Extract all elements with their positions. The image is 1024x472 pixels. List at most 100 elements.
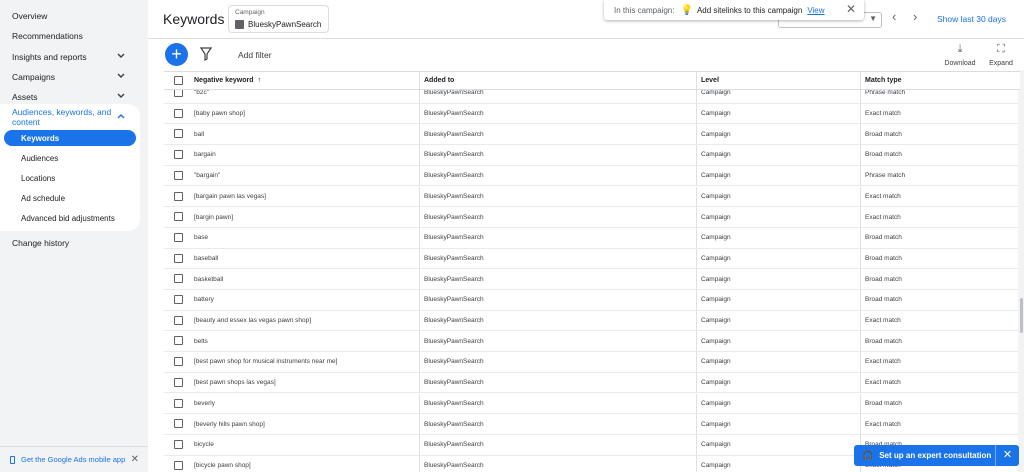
add-button[interactable]: + [165, 43, 188, 66]
column-header-negative-keyword[interactable]: Negative keyword ↑ [194, 72, 261, 89]
column-header-level[interactable]: Level [701, 72, 719, 89]
negative-keywords-table: Negative keyword ↑ Added to Level Match … [164, 71, 1020, 472]
table-row[interactable]: belts BlueskyPawnSearch Campaign Broad matc… [164, 331, 1020, 353]
cell-added-to: BlueskyPawnSearch [424, 234, 484, 242]
sidebar-subitem-locations[interactable]: Locations [4, 170, 136, 186]
table-row[interactable]: basketball BlueskyPawnSearch Campaign Broad… [164, 269, 1020, 290]
chevron-up-icon[interactable] [116, 108, 126, 126]
table-row[interactable]: [beverly hills pawn shop] BlueskyPawnSear… [164, 414, 1020, 435]
cell-level: Campaign [701, 420, 731, 428]
table-row[interactable]: [best pawn shops las vegas] BlueskyPawnSe… [164, 372, 1020, 394]
table-row[interactable]: beverly BlueskyPawnSearch Campaign Broad ma… [164, 393, 1020, 415]
row-checkbox[interactable] [174, 377, 183, 387]
mobile-app-label: Get the Google Ads mobile app [21, 455, 126, 464]
sidebar-subitem-advanced-bid-adjustments[interactable]: Advanced bid adjustments [4, 210, 136, 226]
cell-negative-keyword[interactable]: bicycle [194, 435, 214, 455]
close-icon[interactable]: ✕ [995, 445, 1019, 466]
page-title: Keywords [163, 11, 225, 27]
table-row[interactable]: base BlueskyPawnSearch Campaign Broad match [164, 227, 1020, 249]
table-row[interactable]: [bargin pawn] BlueskyPawnSearch Campaign Ex… [164, 207, 1020, 228]
table-row[interactable]: battery BlueskyPawnSearch Campaign Broad ma… [164, 290, 1020, 311]
campaign-selector[interactable]: Campaign BlueskyPawnSearch [228, 5, 329, 33]
cell-negative-keyword[interactable]: [best pawn shops las vegas] [194, 373, 276, 393]
row-checkbox[interactable] [174, 439, 183, 449]
row-checkbox[interactable] [174, 212, 183, 222]
table-row[interactable]: [best pawn shop for musical instruments … [164, 352, 1020, 373]
scrollbar-track[interactable] [1018, 70, 1024, 472]
row-checkbox[interactable] [174, 253, 183, 263]
cell-negative-keyword[interactable]: [baby pawn shop] [194, 104, 245, 124]
cell-negative-keyword[interactable]: baseball [194, 249, 218, 269]
cell-negative-keyword[interactable]: [beauty and essex las vegas pawn shop] [194, 311, 311, 331]
row-checkbox[interactable] [174, 460, 183, 470]
cell-negative-keyword[interactable]: base [194, 228, 208, 248]
close-icon[interactable]: ✕ [131, 454, 139, 465]
cell-level: Campaign [701, 192, 731, 200]
row-checkbox[interactable] [174, 150, 183, 160]
banner-view-link[interactable]: View [807, 6, 824, 15]
row-checkbox[interactable] [174, 129, 183, 139]
cell-negative-keyword[interactable]: beverly [194, 394, 215, 414]
row-checkbox[interactable] [174, 232, 183, 242]
expand-label: Expand [989, 60, 1013, 67]
expand-button[interactable]: ⛶ Expand [981, 43, 1021, 67]
select-all-checkbox[interactable] [174, 76, 183, 85]
phone-icon [10, 455, 15, 464]
sidebar-subitem-audiences[interactable]: Audiences [4, 150, 136, 166]
expert-consultation-button[interactable]: 🎧 Set up an expert consultation ✕ [854, 445, 1019, 466]
cell-negative-keyword[interactable]: bargain [194, 145, 216, 165]
cell-negative-keyword[interactable]: [bargin pawn] [194, 207, 233, 227]
sidebar-subitem-keywords[interactable]: Keywords [4, 130, 136, 146]
row-checkbox[interactable] [174, 108, 183, 118]
cell-level: Campaign [701, 110, 731, 118]
mobile-app-link[interactable]: Get the Google Ads mobile app ✕ [0, 446, 148, 472]
cell-match-type: Broad match [865, 399, 902, 407]
table-row[interactable]: baseball BlueskyPawnSearch Campaign Broad m… [164, 248, 1020, 270]
table-row[interactable]: [bargain pawn las vegas] BlueskyPawnSearc… [164, 186, 1020, 208]
row-checkbox[interactable] [174, 398, 183, 408]
next-period-icon[interactable]: › [913, 9, 917, 24]
table-row[interactable]: ball BlueskyPawnSearch Campaign Broad match [164, 124, 1020, 146]
row-checkbox[interactable] [174, 191, 183, 201]
previous-period-icon[interactable]: ‹ [892, 9, 896, 24]
row-checkbox[interactable] [174, 274, 183, 284]
cell-negative-keyword[interactable]: [bargain pawn las vegas] [194, 187, 266, 207]
row-checkbox[interactable] [174, 170, 183, 180]
column-header-match-type[interactable]: Match type [865, 72, 902, 89]
close-icon[interactable]: ✕ [846, 2, 856, 16]
sidebar-item-insights-and-reports[interactable]: Insights and reports [0, 47, 140, 67]
row-checkbox[interactable] [174, 315, 183, 325]
cell-negative-keyword[interactable]: [beverly hills pawn shop] [194, 414, 265, 434]
cell-negative-keyword[interactable]: "bargain" [194, 166, 220, 186]
table-row[interactable]: [baby pawn shop] BlueskyPawnSearch Campaig… [164, 103, 1020, 125]
row-checkbox[interactable] [174, 336, 183, 346]
sidebar-item-change-history[interactable]: Change history [0, 233, 140, 253]
sidebar-item-campaigns[interactable]: Campaigns [0, 67, 140, 87]
sidebar-item-overview[interactable]: Overview [0, 6, 140, 26]
cell-negative-keyword[interactable]: [best pawn shop for musical instruments … [194, 352, 337, 372]
audiences-keywords-section: Audiences, keywords, and content Keyword… [0, 104, 140, 231]
add-filter-button[interactable]: Add filter [238, 50, 272, 60]
row-checkbox[interactable] [174, 419, 183, 429]
cell-added-to: BlueskyPawnSearch [424, 110, 484, 118]
cell-negative-keyword[interactable]: [bicycle pawn shop] [194, 456, 251, 472]
sidebar-item-recommendations[interactable]: Recommendations [0, 26, 140, 46]
section-label[interactable]: Audiences, keywords, and content [12, 107, 112, 127]
table-row[interactable]: [beauty and essex las vegas pawn shop] Bl… [164, 310, 1020, 332]
sidebar-subitem-ad-schedule[interactable]: Ad schedule [4, 190, 136, 206]
show-last-button[interactable]: Show last 30 days [937, 14, 1006, 24]
cell-negative-keyword[interactable]: battery [194, 290, 214, 310]
chevron-down-icon [116, 51, 126, 63]
sidebar-item-label: Overview [12, 11, 48, 21]
download-button[interactable]: ⤓ Download [940, 43, 980, 67]
filter-icon[interactable] [200, 47, 212, 61]
column-header-added-to[interactable]: Added to [424, 72, 454, 89]
row-checkbox[interactable] [174, 295, 183, 304]
cell-negative-keyword[interactable]: basketball [194, 269, 223, 289]
cell-negative-keyword[interactable]: belts [194, 331, 208, 351]
cell-negative-keyword[interactable]: ball [194, 124, 204, 144]
table-row[interactable]: "bargain" BlueskyPawnSearch Campaign Phrase… [164, 165, 1020, 187]
scrollbar-thumb[interactable] [1020, 298, 1023, 333]
table-row[interactable]: bargain BlueskyPawnSearch Campaign Broad ma… [164, 145, 1020, 166]
row-checkbox[interactable] [174, 357, 183, 367]
